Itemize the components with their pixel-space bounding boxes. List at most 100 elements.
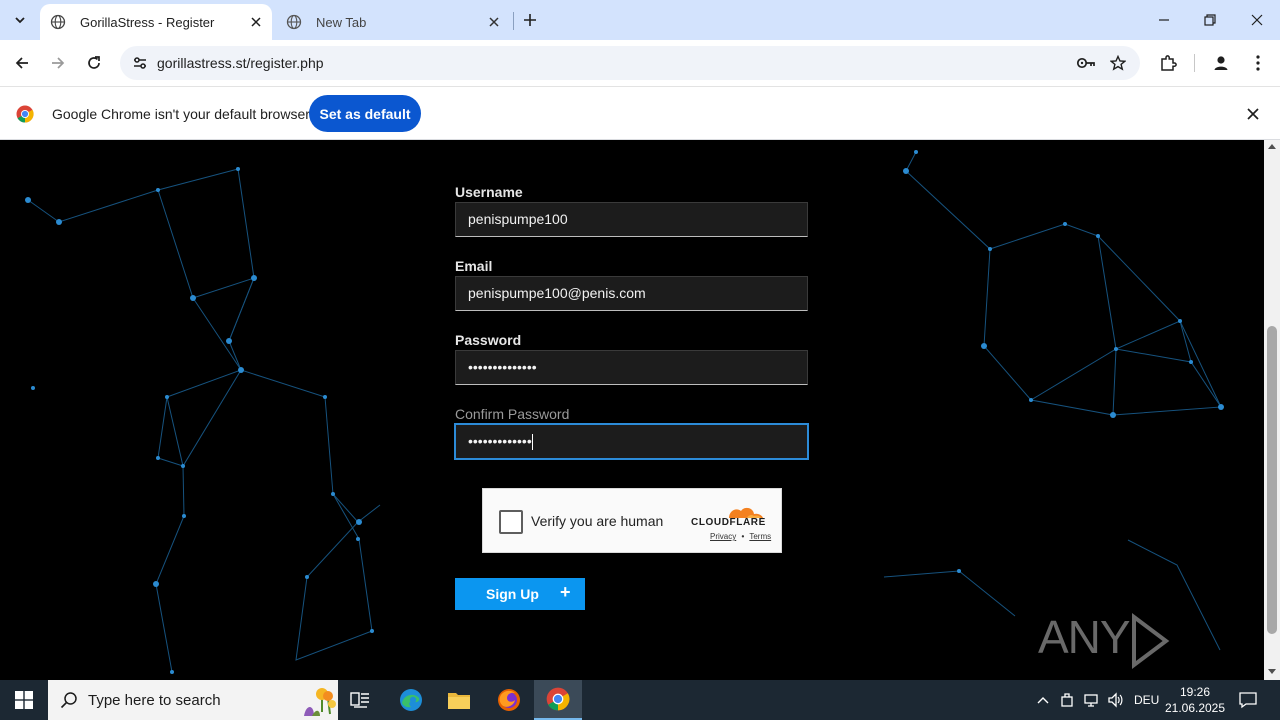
password-key-icon[interactable] [1075, 52, 1097, 74]
scrollbar-thumb[interactable] [1267, 326, 1277, 634]
watermark-text-right: RUN [1038, 670, 1136, 680]
close-icon [1251, 14, 1263, 26]
address-bar[interactable]: gorillastress.st/register.php [120, 46, 1140, 80]
notifications-button[interactable] [1238, 690, 1258, 710]
show-hidden-icons[interactable] [1033, 690, 1053, 710]
confirm-password-input[interactable]: ••••••••••••• [455, 424, 808, 459]
forward-button[interactable] [44, 49, 72, 77]
puzzle-icon [1161, 55, 1177, 71]
page-content: Username penispumpe100 Email penispumpe1… [0, 140, 1264, 680]
notification-icon [1239, 692, 1257, 709]
back-button[interactable] [8, 49, 36, 77]
cloudflare-captcha-widget: Verify you are human CLOUDFLARE Privacy … [482, 488, 782, 553]
minimize-icon [1159, 19, 1169, 21]
profile-avatar-icon [1214, 56, 1228, 70]
more-vert-icon [1256, 55, 1260, 71]
network-tray-icon[interactable] [1081, 690, 1101, 710]
anyrun-watermark: ANY RUN [1038, 610, 1264, 680]
tab-divider [513, 12, 514, 30]
tab-search-button[interactable] [6, 6, 34, 34]
captcha-links: Privacy • Terms [710, 532, 771, 541]
chrome-logo-icon [16, 105, 34, 123]
email-input[interactable]: penispumpe100@penis.com [455, 276, 808, 311]
scroll-up-icon[interactable] [1268, 144, 1276, 149]
start-button[interactable] [0, 680, 48, 720]
watermark-text-left: ANY [1038, 611, 1131, 663]
tab-gorillastress[interactable]: GorillaStress - Register [40, 4, 272, 40]
arrow-left-icon [15, 57, 28, 69]
bookmark-star-icon[interactable] [1107, 52, 1129, 74]
windows-taskbar: Type here to search DEU 19:26 21.06.2025 [0, 680, 1280, 720]
plus-icon [524, 14, 536, 26]
link-separator: • [741, 532, 745, 541]
close-window-button[interactable] [1234, 0, 1280, 40]
verify-checkbox[interactable] [499, 510, 523, 534]
menu-button[interactable] [1244, 49, 1272, 77]
url-text: gorillastress.st/register.php [157, 55, 324, 71]
minimize-button[interactable] [1141, 0, 1187, 40]
task-view-button[interactable] [336, 680, 384, 720]
clock-time: 19:26 [1179, 685, 1211, 699]
chrome-icon [546, 687, 570, 711]
username-input[interactable]: penispumpe100 [455, 202, 808, 237]
chrome-app[interactable] [534, 680, 582, 720]
sign-up-button[interactable]: Sign Up + [455, 578, 585, 610]
firefox-icon [498, 689, 520, 711]
close-infobar-icon[interactable] [1242, 103, 1264, 125]
tab-new-tab[interactable]: New Tab [276, 4, 510, 40]
password-input[interactable]: •••••••••••••• [455, 350, 808, 385]
arrow-right-icon [52, 57, 65, 69]
tab-strip: GorillaStress - Register New Tab [0, 0, 1280, 40]
restore-button[interactable] [1187, 0, 1233, 40]
folder-icon [448, 693, 470, 709]
close-tab-icon[interactable] [246, 12, 266, 32]
confirm-password-label: Confirm Password [455, 406, 570, 422]
email-label: Email [455, 258, 493, 274]
usb-device-icon [1061, 693, 1073, 707]
set-as-default-button[interactable]: Set as default [309, 95, 421, 132]
task-view-icon [350, 692, 369, 708]
terms-link[interactable]: Terms [749, 532, 771, 541]
search-highlight-flowers-icon [304, 688, 336, 716]
password-label: Password [455, 332, 522, 348]
firefox-app[interactable] [485, 680, 533, 720]
edge-icon [400, 689, 422, 711]
chevron-down-icon [15, 17, 25, 24]
text-caret [531, 434, 533, 451]
restore-icon [1204, 14, 1216, 26]
volume-tray-icon[interactable] [1105, 690, 1125, 710]
play-triangle-icon [1131, 612, 1169, 669]
close-tab-icon[interactable] [484, 12, 504, 32]
site-info-icon[interactable] [128, 51, 152, 75]
browser-toolbar: gorillastress.st/register.php [0, 40, 1280, 86]
speaker-icon [1108, 692, 1123, 708]
globe-icon [286, 14, 302, 30]
new-tab-button[interactable] [518, 8, 542, 32]
edge-app[interactable] [387, 680, 435, 720]
input-language[interactable]: DEU [1134, 693, 1159, 707]
toolbar-divider [1194, 54, 1195, 72]
search-icon [60, 692, 77, 709]
verify-label: Verify you are human [531, 513, 664, 529]
taskbar-search[interactable]: Type here to search [48, 680, 338, 720]
sign-up-label: Sign Up [486, 586, 539, 602]
device-tray-icon[interactable] [1057, 690, 1077, 710]
clock-date: 21.06.2025 [1164, 701, 1226, 715]
profile-button[interactable] [1207, 49, 1235, 77]
page-scrollbar[interactable] [1264, 140, 1280, 680]
reload-button[interactable] [80, 49, 108, 77]
plus-icon: + [560, 582, 571, 602]
windows-logo-icon [15, 691, 33, 709]
tab-title: New Tab [316, 14, 367, 30]
extensions-button[interactable] [1154, 49, 1182, 77]
privacy-link[interactable]: Privacy [710, 532, 736, 541]
username-label: Username [455, 184, 523, 200]
confirm-password-value: ••••••••••••• [468, 433, 532, 449]
tab-title: GorillaStress - Register [80, 14, 215, 30]
search-placeholder: Type here to search [88, 692, 221, 709]
taskbar-clock[interactable]: 19:26 21.06.2025 [1160, 684, 1230, 716]
scroll-down-icon[interactable] [1268, 669, 1276, 674]
infobar-message: Google Chrome isn't your default browser [52, 106, 310, 122]
file-explorer-app[interactable] [435, 680, 483, 720]
chevron-up-icon [1037, 697, 1049, 704]
